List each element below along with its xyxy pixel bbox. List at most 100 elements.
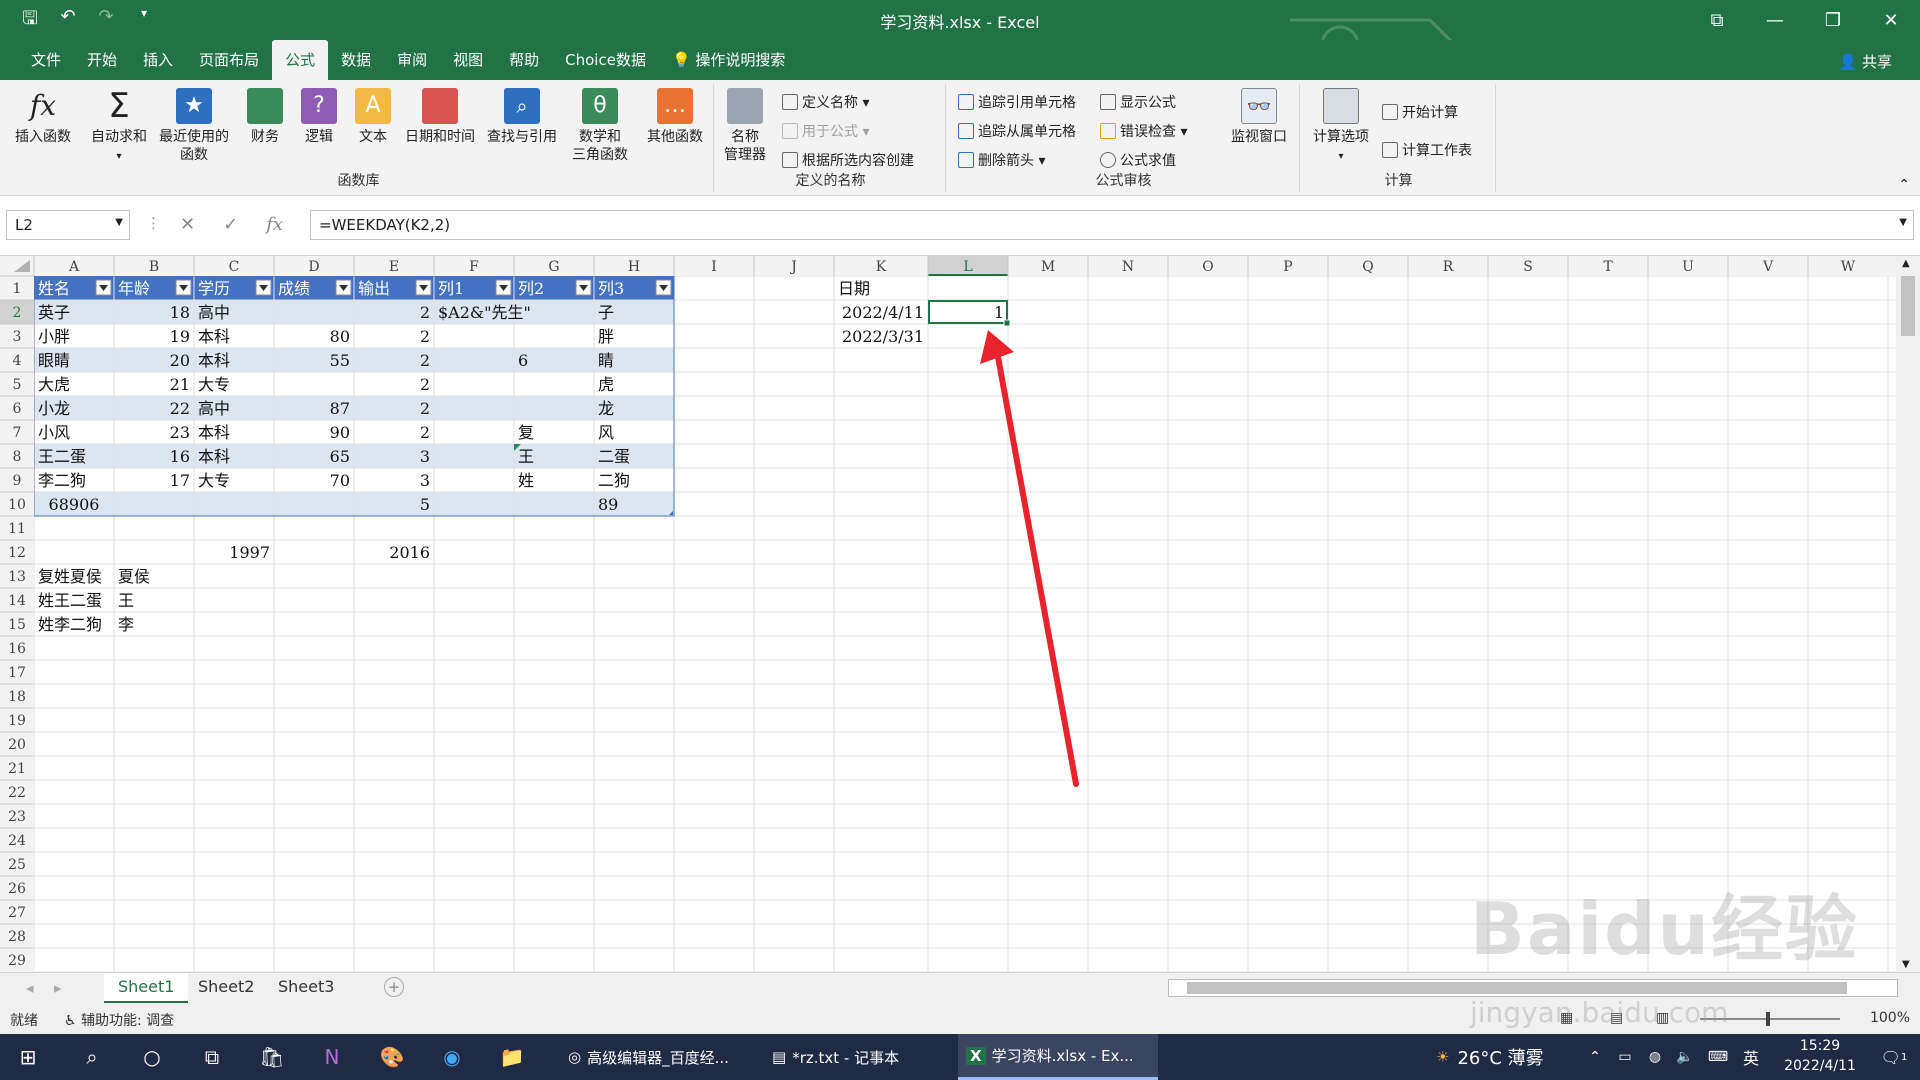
cell-H6[interactable]: 龙 (598, 399, 614, 418)
tab-nav-left-icon[interactable]: ◂ (26, 979, 34, 997)
scroll-thumb[interactable] (1901, 276, 1915, 336)
cell-K3[interactable]: 2022/3/31 (842, 327, 924, 346)
cell-H10[interactable]: 89 (598, 495, 618, 514)
cell-G1[interactable]: 列2 (518, 279, 544, 298)
zoom-level[interactable]: 100% (1870, 1010, 1910, 1026)
cell-B5[interactable]: 21 (170, 375, 190, 394)
row-header-28[interactable]: 28 (8, 929, 26, 945)
cell-B6[interactable]: 22 (170, 399, 190, 418)
cell-C6[interactable]: 高中 (198, 399, 230, 418)
row-header-14[interactable]: 14 (8, 593, 26, 609)
cell-F1[interactable]: 列1 (438, 279, 464, 298)
cell-C8[interactable]: 本科 (198, 447, 230, 466)
vertical-scrollbar[interactable]: ▲ ▼ (1896, 256, 1920, 972)
column-header-O[interactable]: O (1202, 259, 1213, 275)
cell-C2[interactable]: 高中 (198, 303, 230, 322)
tell-me-search[interactable]: 💡 操作说明搜索 (659, 40, 798, 80)
cell-A7[interactable]: 小风 (38, 423, 70, 442)
cell-E5[interactable]: 2 (420, 375, 430, 394)
close-button[interactable]: ✕ (1862, 0, 1920, 40)
row-header-11[interactable]: 11 (8, 521, 26, 537)
column-header-C[interactable]: C (229, 259, 240, 275)
sheet-tab-1[interactable]: Sheet1 (104, 973, 189, 1003)
cell-B14[interactable]: 王 (118, 591, 134, 610)
column-header-Q[interactable]: Q (1362, 259, 1373, 275)
column-header-D[interactable]: D (308, 259, 319, 275)
row-header-13[interactable]: 13 (8, 569, 26, 585)
cell-C7[interactable]: 本科 (198, 423, 230, 442)
row-header-22[interactable]: 22 (8, 785, 26, 801)
scroll-down-icon[interactable]: ▼ (1902, 959, 1910, 970)
cell-B2[interactable]: 18 (170, 303, 190, 322)
row-header-17[interactable]: 17 (8, 665, 26, 681)
cell-B15[interactable]: 李 (118, 615, 134, 634)
cell-E8[interactable]: 3 (420, 447, 430, 466)
cell-A9[interactable]: 李二狗 (38, 471, 86, 490)
cell-B9[interactable]: 17 (170, 471, 190, 490)
column-header-W[interactable]: W (1841, 259, 1856, 275)
cell-B1[interactable]: 年龄 (118, 279, 150, 298)
cell-H8[interactable]: 二蛋 (598, 447, 630, 466)
tab-view[interactable]: 视图 (440, 40, 496, 80)
row-header-8[interactable]: 8 (13, 449, 22, 465)
column-header-B[interactable]: B (149, 259, 159, 275)
show-formulas-button[interactable]: 显示公式 (1100, 92, 1176, 112)
cell-E2[interactable]: 2 (420, 303, 430, 322)
cell-E9[interactable]: 3 (420, 471, 430, 490)
cell-D3[interactable]: 80 (330, 327, 350, 346)
row-header-18[interactable]: 18 (8, 689, 26, 705)
cortana-icon[interactable]: ○ (124, 1034, 180, 1080)
cell-A6[interactable]: 小龙 (38, 399, 70, 418)
share-button[interactable]: 👤 共享 (1839, 51, 1892, 72)
cell-D7[interactable]: 90 (330, 423, 350, 442)
row-header-16[interactable]: 16 (8, 641, 26, 657)
watch-window-button[interactable]: 👓 监视窗口 (1222, 88, 1296, 146)
row-header-2[interactable]: 2 (13, 305, 22, 321)
datetime-button[interactable]: 日期和时间 (400, 88, 480, 146)
store-icon[interactable]: 🛍 (244, 1034, 300, 1080)
column-header-U[interactable]: U (1682, 259, 1694, 275)
keyboard-icon[interactable]: ⌨ (1700, 1034, 1736, 1080)
cell-C9[interactable]: 大专 (198, 471, 230, 490)
cell-G4[interactable]: 6 (518, 351, 528, 370)
cancel-icon[interactable]: ✕ (180, 214, 195, 235)
grid-canvas[interactable]: A B C D E F G H I J K L M N O P Q R S T U V W12345678910111213… (0, 256, 1896, 972)
enter-icon[interactable]: ✓ (223, 214, 238, 235)
cell-D6[interactable]: 87 (330, 399, 350, 418)
column-header-L[interactable]: L (963, 259, 972, 275)
row-header-19[interactable]: 19 (8, 713, 26, 729)
horizontal-scrollbar[interactable] (1168, 979, 1898, 997)
onenote-icon[interactable]: N (304, 1034, 360, 1080)
search-icon[interactable]: ⌕ (64, 1034, 120, 1080)
cell-E1[interactable]: 输出 (358, 279, 390, 298)
column-header-H[interactable]: H (628, 259, 640, 275)
row-header-23[interactable]: 23 (8, 809, 26, 825)
tab-choice[interactable]: Choice数据 (552, 40, 659, 80)
row-header-15[interactable]: 15 (8, 617, 26, 633)
cell-E7[interactable]: 2 (420, 423, 430, 442)
insert-function-icon[interactable]: fx (266, 214, 283, 235)
accessibility-status[interactable]: ♿ 辅助功能: 调查 (64, 1010, 174, 1030)
cell-E3[interactable]: 2 (420, 327, 430, 346)
column-header-A[interactable]: A (68, 259, 80, 275)
maximize-button[interactable]: ❐ (1804, 0, 1862, 40)
use-in-formula-button[interactable]: 用于公式 ▾ (782, 121, 869, 141)
trace-dependents-button[interactable]: 追踪从属单元格 (958, 121, 1076, 141)
tab-file[interactable]: 文件 (18, 40, 74, 80)
add-sheet-icon[interactable]: + (384, 977, 404, 997)
cell-B7[interactable]: 23 (170, 423, 190, 442)
expand-formula-icon[interactable]: ▼ (1899, 217, 1907, 228)
cell-H2[interactable]: 子 (598, 303, 614, 322)
sheet-tab-3[interactable]: Sheet3 (264, 973, 348, 1003)
volume-icon[interactable]: 🔈 (1670, 1034, 1700, 1080)
edge-icon[interactable]: ◉ (424, 1034, 480, 1080)
cell-B4[interactable]: 20 (170, 351, 190, 370)
taskbar-excel[interactable]: X 学习资料.xlsx - Ex... (958, 1034, 1158, 1080)
more-functions-button[interactable]: … 其他函数 (640, 88, 710, 146)
cell-A4[interactable]: 眼睛 (38, 351, 70, 370)
text-button[interactable]: A 文本 (348, 88, 398, 146)
column-header-N[interactable]: N (1122, 259, 1134, 275)
row-header-29[interactable]: 29 (8, 953, 26, 969)
battery-icon[interactable]: ▭ (1610, 1034, 1640, 1080)
row-header-26[interactable]: 26 (8, 881, 26, 897)
